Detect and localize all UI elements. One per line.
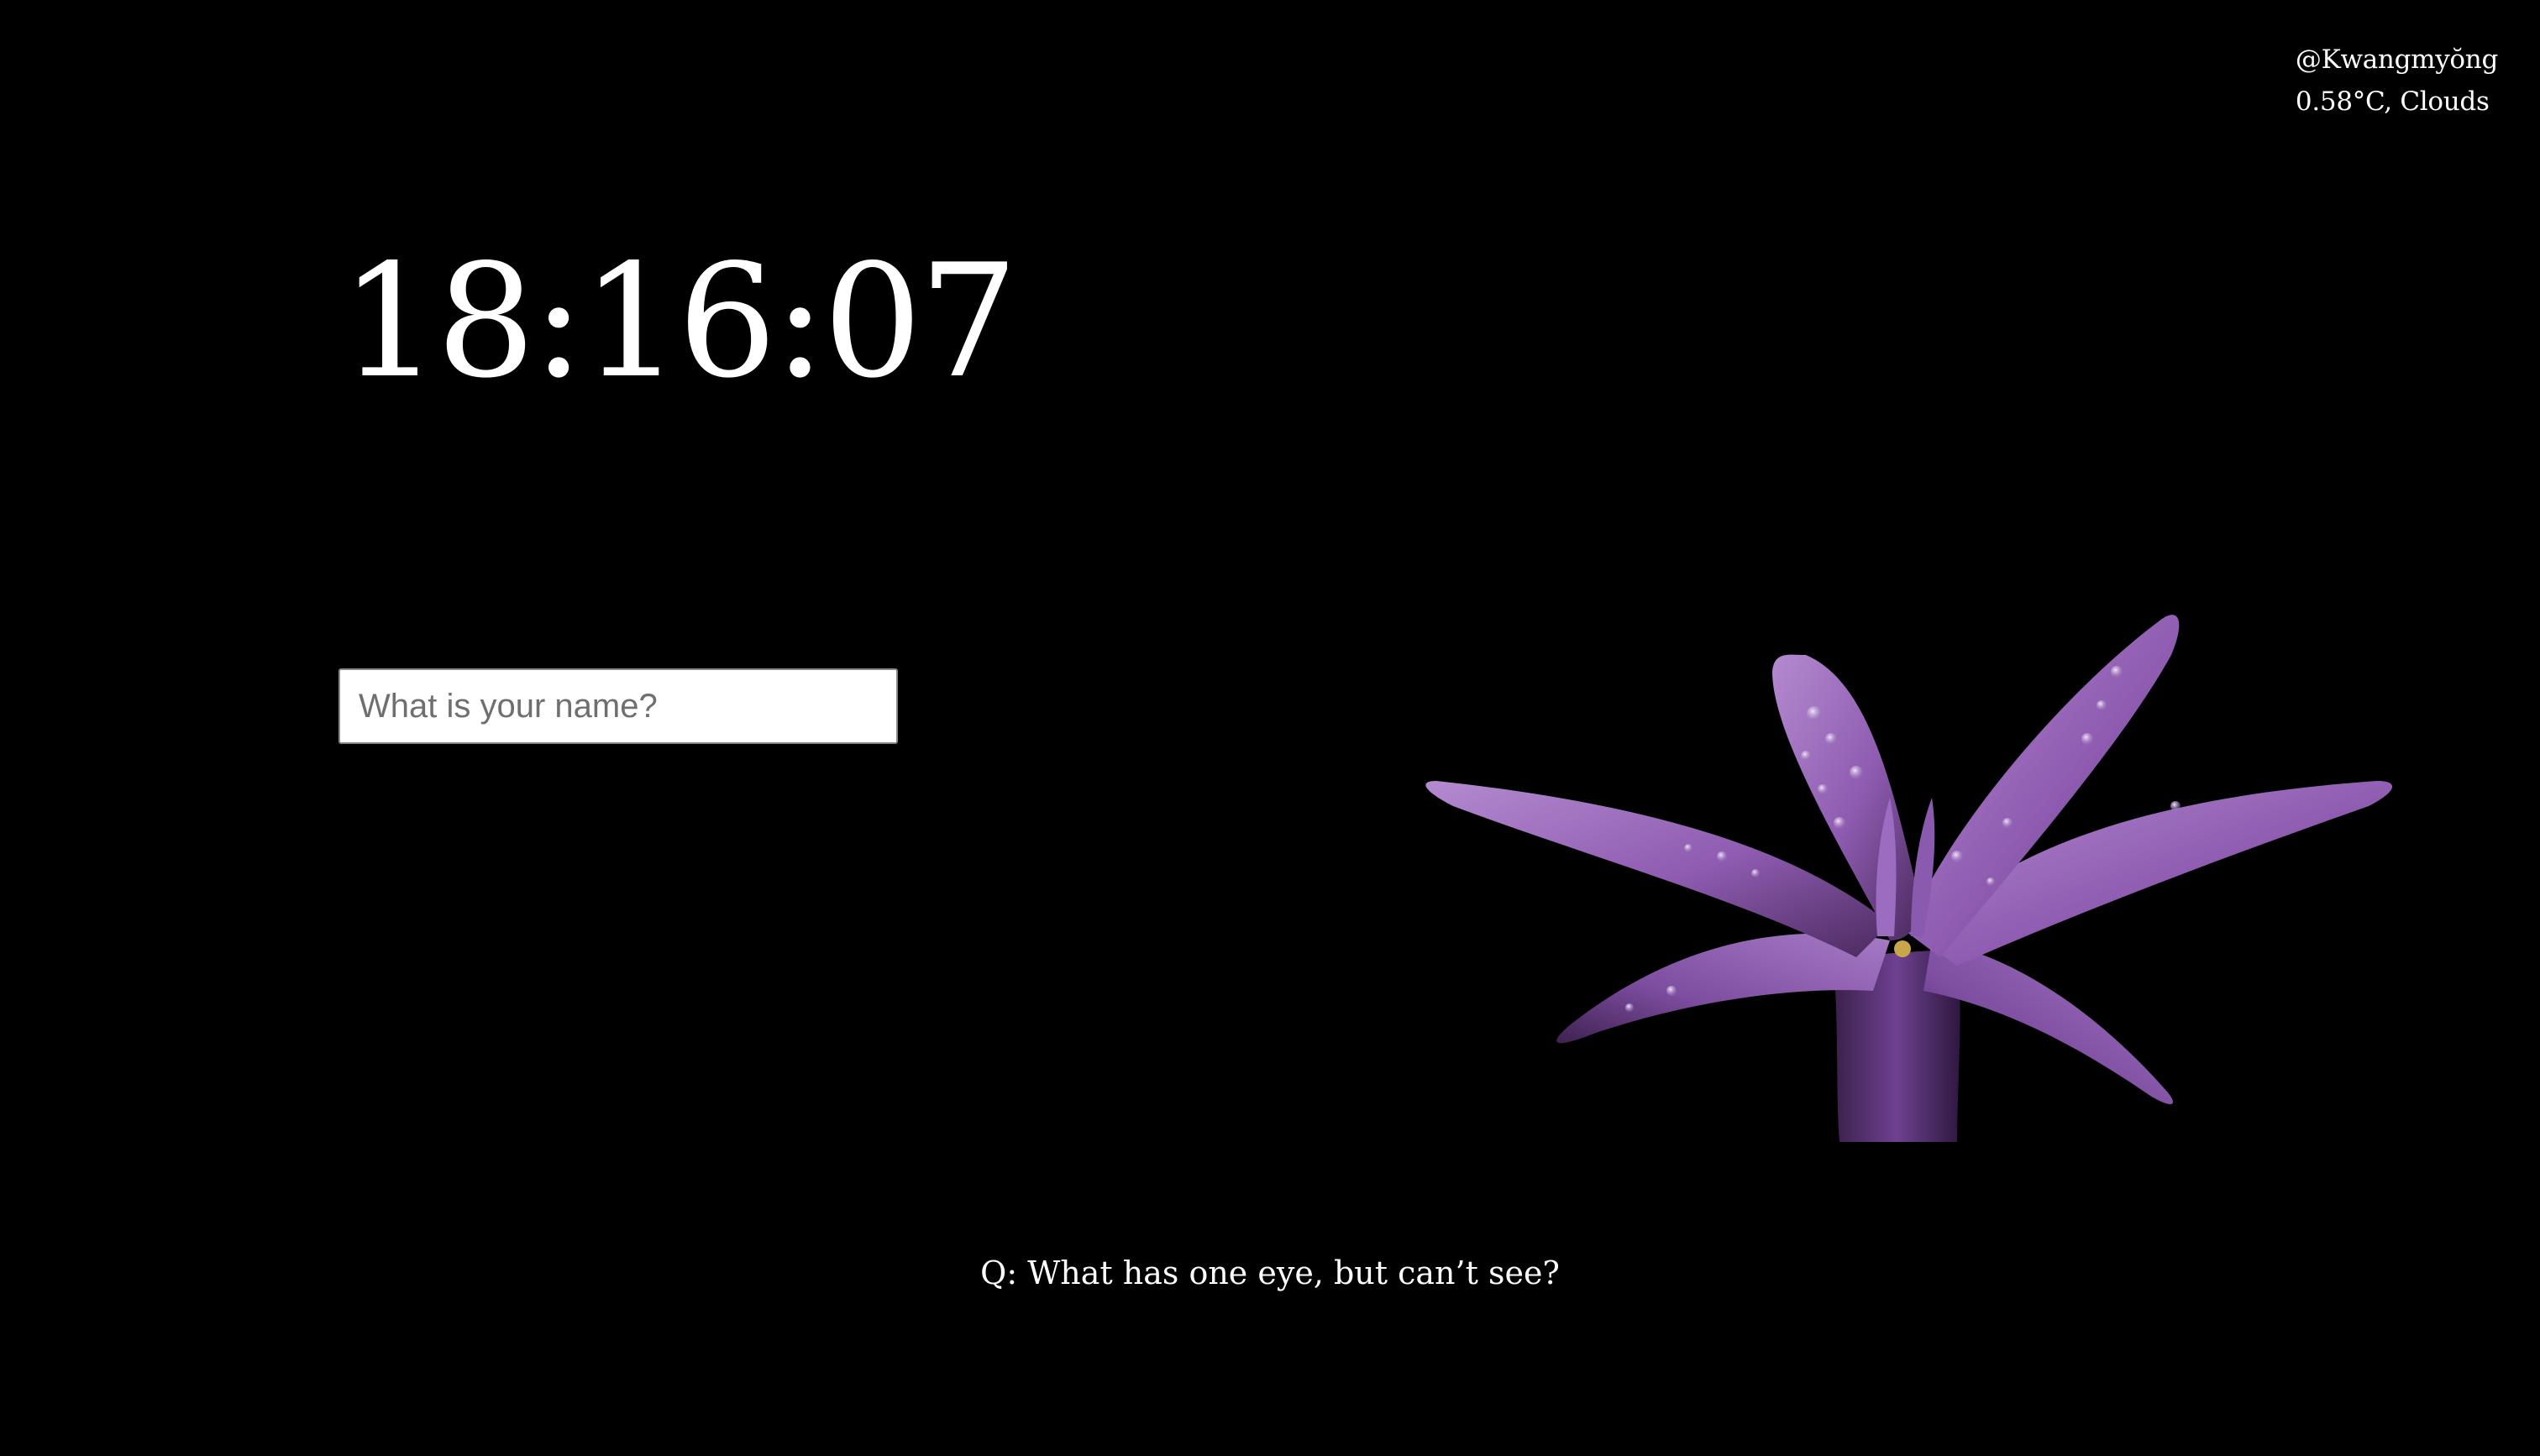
weather-label: 0.58°C, Clouds	[2295, 86, 2490, 117]
clock: 18:16:07	[340, 230, 1018, 412]
name-input[interactable]	[338, 668, 898, 744]
location-label: @Kwangmyŏng	[2295, 45, 2498, 75]
riddle-question: Q: What has one eye, but can’t see?	[980, 1254, 1560, 1291]
flower-image	[1425, 615, 2393, 1142]
location-weather-widget: @Kwangmyŏng 0.58°C, Clouds	[2296, 39, 2498, 123]
